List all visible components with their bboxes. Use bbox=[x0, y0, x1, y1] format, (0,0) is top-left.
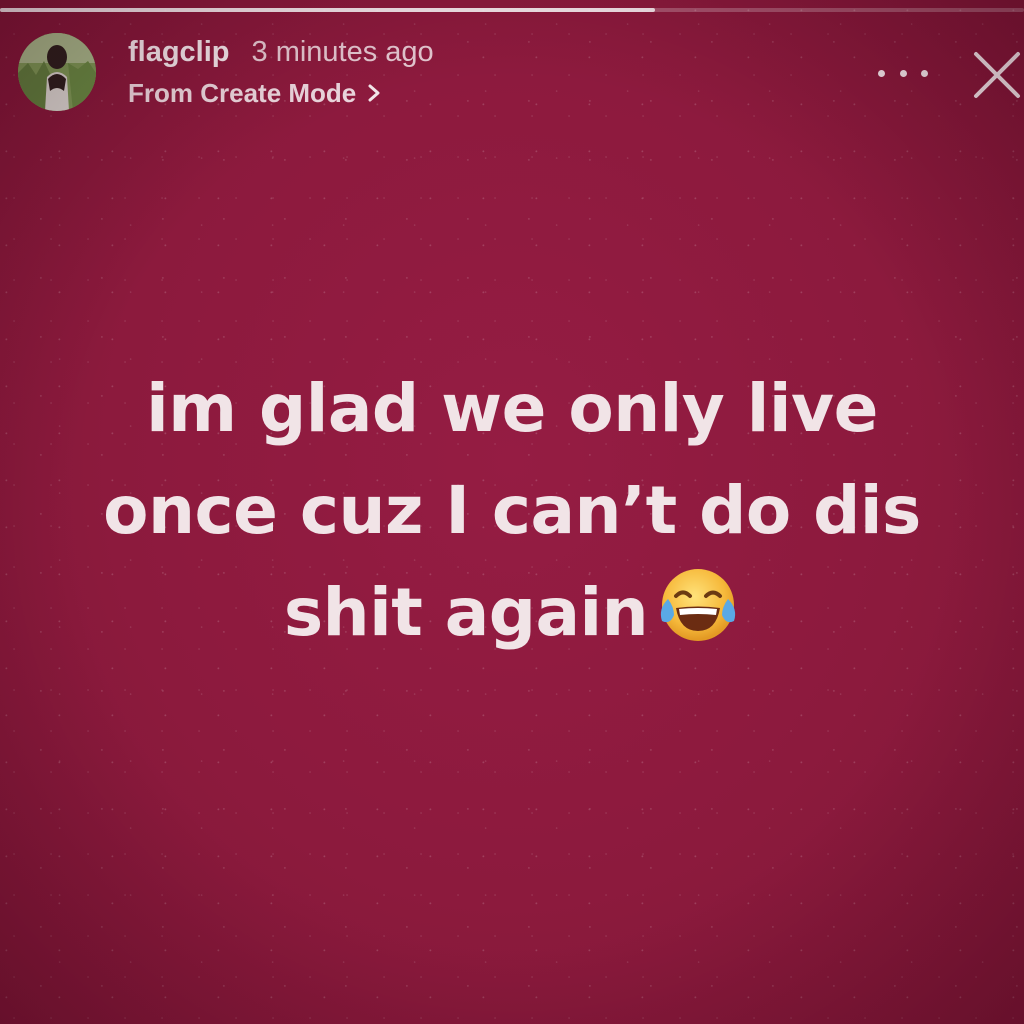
story-meta-top: flagclip 3 minutes ago bbox=[128, 36, 434, 76]
story-header: flagclip 3 minutes ago From Create Mode bbox=[18, 33, 434, 111]
story-progress-bar bbox=[0, 8, 1024, 12]
more-dots-icon bbox=[899, 69, 907, 77]
close-button[interactable] bbox=[970, 48, 1024, 102]
caption-line-1: im glad we only live bbox=[146, 370, 878, 447]
close-icon bbox=[974, 52, 1020, 98]
more-dots-icon bbox=[878, 69, 885, 77]
username-link[interactable]: flagclip bbox=[128, 36, 230, 69]
more-options-button[interactable] bbox=[878, 58, 928, 88]
story-timestamp: 3 minutes ago bbox=[251, 35, 434, 68]
story-viewer[interactable]: flagclip 3 minutes ago From Create Mode … bbox=[0, 0, 1024, 1024]
story-progress-fill bbox=[0, 8, 656, 12]
more-dots-icon bbox=[921, 69, 928, 77]
tears-of-joy-emoji-icon bbox=[661, 569, 736, 641]
story-meta: flagclip 3 minutes ago From Create Mode bbox=[128, 36, 434, 109]
chevron-right-icon bbox=[368, 84, 380, 102]
caption-line-3: shit again bbox=[50, 562, 974, 664]
avatar[interactable] bbox=[18, 33, 96, 111]
avatar-image bbox=[18, 33, 96, 111]
create-mode-link[interactable]: From Create Mode bbox=[128, 78, 434, 109]
caption-line-3-text: shit again bbox=[283, 574, 649, 651]
story-caption: im glad we only live once cuz I can’t do… bbox=[50, 358, 974, 664]
caption-line-2: once cuz I can’t do dis bbox=[103, 472, 921, 549]
create-mode-label: From Create Mode bbox=[128, 77, 357, 108]
